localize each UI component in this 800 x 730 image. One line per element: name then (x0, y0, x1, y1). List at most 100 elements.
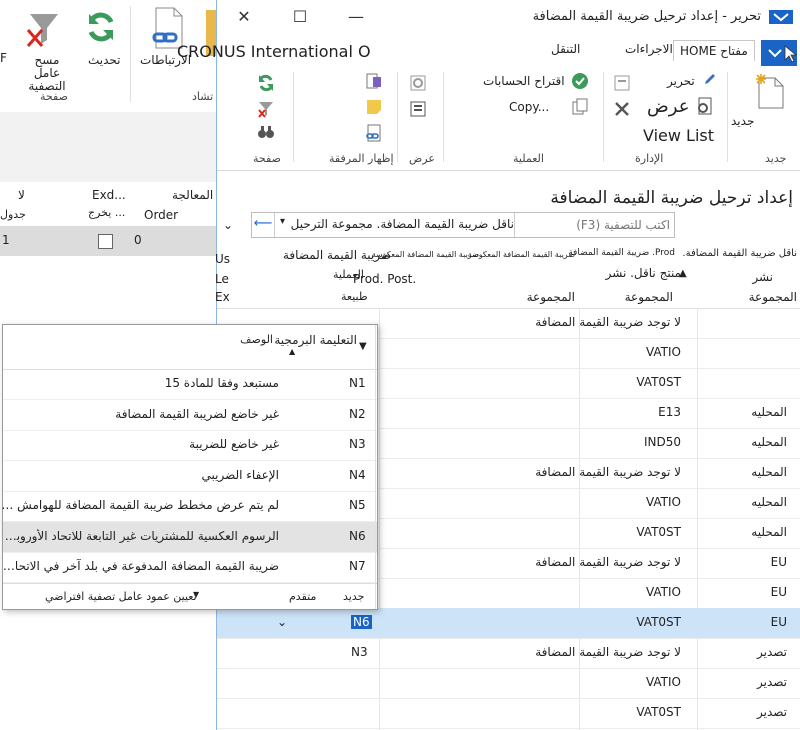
col-bus-posting[interactable]: ناقل ضريبة القيمة المضافة. (682, 248, 797, 259)
cell-prod-posting[interactable]: VAT0ST (636, 705, 681, 719)
cell-bus-posting[interactable]: تصدير (757, 675, 787, 689)
cell-prod-posting[interactable]: VAT0ST (636, 375, 681, 389)
find-icon[interactable] (257, 124, 275, 140)
new-document-icon[interactable] (755, 72, 785, 110)
ribbon-separator (443, 72, 444, 162)
cell-bus-posting[interactable]: المحليه (751, 435, 787, 449)
table-row[interactable]: تصدير VATIO (217, 668, 800, 699)
cell-prod-posting[interactable]: لا توجد ضريبة القيمة المضافة (535, 645, 681, 659)
cell-prod-posting[interactable]: VATIO (646, 495, 681, 509)
list-item[interactable]: N5 لم يتم عرض مخطط ضريبة القيمة المضافة ل… (0, 491, 377, 522)
refresh-icon[interactable] (84, 10, 118, 44)
tab-home[interactable]: مفتاح HOME (673, 40, 755, 61)
cell-bus-posting[interactable]: EU (771, 585, 787, 599)
table-row[interactable]: تصدير لا توجد ضريبة القيمة المضافة N3 (217, 638, 800, 669)
cell-prod-posting[interactable]: VATIO (646, 345, 681, 359)
list-item[interactable]: N6 الرسوم العكسية للمشتريات غير التابعة ل… (0, 521, 377, 553)
cell-bus-posting[interactable]: EU (771, 555, 787, 569)
arrow-left-icon[interactable]: ⟵ (252, 213, 274, 237)
navigation-menu-button[interactable] (761, 40, 798, 66)
links-icon[interactable] (365, 124, 383, 142)
cell-bus-posting[interactable]: تصدير (757, 705, 787, 719)
app-icon (769, 8, 793, 26)
copy-icon[interactable] (571, 98, 589, 116)
cell-prod-posting[interactable]: لا توجد ضريبة القيمة المضافة (535, 465, 681, 479)
edit-button[interactable]: تحرير (667, 74, 695, 88)
item-description: ضريبة القيمة المضافة المدفوعة في بلد آخر… (0, 559, 279, 573)
item-code: N6 (349, 528, 366, 543)
clear-filter-button[interactable]: مسح عامل التصفية (22, 54, 72, 93)
check-icon[interactable] (571, 72, 589, 90)
cell-bus-posting[interactable]: تصدير (757, 645, 787, 659)
ribbon-tab-bar: CRONUS International O التنقل الاجراءات … (177, 36, 800, 67)
table-row[interactable]: EU VAT0ST N6 ⌄ (217, 608, 800, 639)
col-group3: المجموعة (526, 290, 575, 304)
list-item[interactable]: N4 الإعفاء الضريبي (3, 461, 377, 492)
item-code: N4 (349, 467, 366, 482)
clear-filter-icon[interactable] (24, 8, 64, 50)
vat-nature-lookup-popup: ▼ التعليمة البرمجية ▲ الوصف N1 مستبعد وفق… (0, 324, 378, 610)
cell-prod-posting[interactable]: VAT0ST (636, 615, 681, 629)
cell-prod-posting[interactable]: لا توجد ضريبة القيمة المضافة (535, 555, 681, 569)
col-vat-group[interactable]: ضريبة القيمة المضافة (283, 248, 391, 262)
list-item[interactable]: N1 مستبعد وفقا للمادة 15 (3, 369, 377, 400)
cell-prod-posting[interactable]: VATIO (646, 585, 681, 599)
edit-list-icon[interactable] (613, 74, 631, 92)
view-button[interactable]: عرض (647, 96, 689, 117)
set-default-filter-column-link[interactable]: تعيين عمود عامل تصفية افتراضي (45, 590, 197, 603)
close-icon[interactable]: ✕ (229, 6, 259, 28)
tab-actions[interactable]: الاجراءات (625, 42, 673, 56)
exclude-checkbox[interactable] (98, 234, 113, 249)
maximize-icon[interactable]: ☐ (285, 6, 315, 28)
view-group-label: عرض (409, 152, 435, 165)
cell-vat-nature[interactable]: N3 (351, 645, 368, 659)
list-item[interactable]: N2 غير خاضع لضريبة القيمة المضافة (3, 400, 377, 431)
refresh-button[interactable]: تحديث (88, 54, 121, 67)
notes-icon[interactable] (365, 72, 383, 90)
collapse-chevron-icon[interactable]: ⌄ (223, 218, 233, 232)
minimize-icon[interactable]: — (341, 6, 371, 28)
chevron-down-icon (768, 45, 798, 63)
dropdown-chevron-icon[interactable]: ⌄ (277, 615, 287, 629)
col-description[interactable]: الوصف (240, 333, 273, 346)
background-table-row[interactable]: 1 0 (0, 226, 220, 256)
filter-search-input[interactable] (518, 215, 672, 235)
table-row[interactable]: تصدير VAT0ST (217, 698, 800, 729)
new-button[interactable]: جديد (731, 114, 754, 128)
cell-bus-posting[interactable]: EU (771, 615, 787, 629)
advanced-link[interactable]: متقدم (289, 590, 316, 603)
cell-bus-posting[interactable]: المحليه (751, 465, 787, 479)
suggest-accounts-button[interactable]: اقتراح الحسابات (483, 74, 565, 88)
view-icon[interactable] (409, 74, 427, 92)
refresh-icon[interactable] (257, 74, 275, 92)
col-order: Order (144, 208, 179, 222)
delete-icon[interactable] (613, 100, 631, 118)
filter-field-select[interactable]: ناقل ضريبة القيمة المضافة. مجموعة الترحي… (278, 217, 514, 233)
list-item[interactable]: N7 ضريبة القيمة المضافة المدفوعة في بلد آ… (0, 552, 377, 583)
col-prod-posting[interactable]: Prod. ضريبة القيمة المضافة (568, 248, 675, 258)
cell-prod-posting[interactable]: VAT0ST (636, 525, 681, 539)
new-link[interactable]: جديد (343, 590, 364, 603)
cell-bus-posting[interactable]: المحليه (751, 525, 787, 539)
filter-funnel-icon[interactable]: ▼ (359, 341, 367, 352)
cell-prod-posting[interactable]: IND50 (644, 435, 681, 449)
sticky-note-icon[interactable] (365, 98, 383, 116)
list-view-icon[interactable] (409, 100, 427, 118)
cell-prod-posting[interactable]: E13 (658, 405, 681, 419)
cell-prod-posting[interactable]: VATIO (646, 675, 681, 689)
col-code[interactable]: التعليمة البرمجية (274, 333, 357, 347)
cell-vat-nature[interactable]: N6 (351, 615, 372, 629)
row-order-value: 0 (134, 233, 142, 247)
ribbon-separator (130, 6, 131, 102)
clear-filter-icon[interactable] (257, 100, 275, 118)
col-vat-reverse[interactable]: ضريبة القيمة المضافة المعكوسة (468, 250, 575, 259)
cell-prod-posting[interactable]: لا توجد ضريبة القيمة المضافة (535, 315, 681, 329)
item-code: N2 (349, 406, 366, 421)
tab-navigate[interactable]: التنقل (551, 42, 580, 56)
copy-button[interactable]: Copy... (509, 100, 549, 114)
cell-bus-posting[interactable]: المحليه (751, 495, 787, 509)
page-group-label: صفحة (253, 152, 281, 165)
view-list-button[interactable]: View List (643, 126, 714, 145)
cell-bus-posting[interactable]: المحليه (751, 405, 787, 419)
list-item[interactable]: N3 غير خاضع للضريبة (3, 430, 377, 461)
